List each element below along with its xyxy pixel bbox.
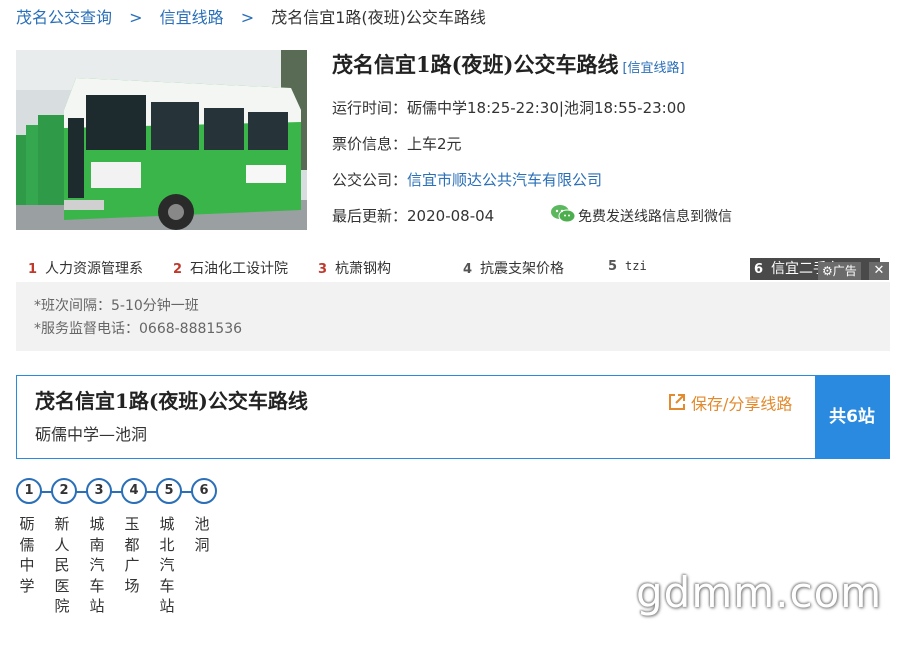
stop-number: 6 — [191, 478, 217, 504]
stop-item[interactable]: 6 池洞 — [191, 478, 219, 555]
update-label: 最后更新： — [332, 207, 408, 225]
ad-text: 人力资源管理系 — [45, 261, 144, 277]
update-value: 2020-08-04 — [407, 207, 495, 225]
company-row: 公交公司：信宜市顺达公共汽车有限公司 — [332, 170, 602, 190]
stop-item[interactable]: 3 城南汽车站 — [86, 478, 114, 617]
breadcrumb-separator: > — [240, 8, 255, 27]
stop-count-badge: 共6站 — [815, 376, 889, 458]
stop-item[interactable]: 5 城北汽车站 — [156, 478, 184, 617]
share-icon — [667, 392, 687, 418]
ad-links-bar: 1 人力资源管理系 2 石油化工设计院 3 杭萧钢构 4 抗震支架价格 5 tzi 6 信宜… — [16, 258, 890, 280]
update-row: 最后更新：2020-08-04 免费发送线路信息到微信 — [332, 205, 732, 226]
save-share-route-link[interactable]: 保存/分享线路 — [667, 392, 792, 418]
operating-time-value: 砺儒中学18:25-22:30|池洞18:55-23:00 — [407, 99, 686, 117]
stop-name: 城南汽车站 — [89, 515, 105, 615]
route-info: 茂名信宜1路(夜班)公交车路线 [信宜线路] 运行时间：砺儒中学18:25-22:… — [332, 50, 892, 225]
stop-name: 新人民医院 — [54, 515, 70, 615]
stop-item[interactable]: 1 砺儒中学 — [16, 478, 44, 596]
send-to-wechat-text: 免费发送线路信息到微信 — [578, 209, 732, 225]
ad-close-button[interactable]: ✕ — [869, 262, 889, 280]
ad-link[interactable]: 2 石油化工设计院 — [173, 258, 288, 278]
breadcrumb-separator: > — [129, 8, 143, 27]
ad-number: 5 — [608, 259, 618, 274]
ad-number: 6 — [754, 262, 764, 277]
bus-photo — [16, 50, 307, 230]
stop-number: 5 — [156, 478, 182, 504]
route-title-text: 茂名信宜1路(夜班)公交车路线 — [332, 52, 619, 77]
ad-info-icon: ⚙ — [822, 264, 833, 278]
route-notes: *班次间隔：5-10分钟一班 *服务监督电话：0668-8881536 — [16, 282, 890, 351]
stop-name: 玉都广场 — [124, 515, 140, 595]
company-link[interactable]: 信宜市顺达公共汽车有限公司 — [407, 171, 602, 189]
ad-number: 1 — [28, 262, 38, 277]
stop-number: 4 — [121, 478, 147, 504]
operating-time-row: 运行时间：砺儒中学18:25-22:30|池洞18:55-23:00 — [332, 98, 686, 118]
breadcrumb-current: 茂名信宜1路(夜班)公交车路线 — [271, 8, 486, 27]
operating-time-label: 运行时间： — [332, 99, 408, 117]
fare-value: 上车2元 — [407, 135, 462, 153]
stop-number: 1 — [16, 478, 42, 504]
ad-text: 抗震支架价格 — [480, 261, 565, 277]
ad-number: 3 — [318, 262, 328, 277]
wechat-icon — [550, 204, 576, 230]
send-to-wechat-link[interactable]: 免费发送线路信息到微信 — [550, 204, 732, 230]
ad-label-badge: ⚙广告 — [818, 262, 861, 280]
company-label: 公交公司： — [332, 171, 408, 189]
route-category-tag[interactable]: [信宜线路] — [622, 61, 684, 76]
stop-number: 2 — [51, 478, 77, 504]
breadcrumb-home-link[interactable]: 茂名公交查询 — [16, 8, 112, 27]
service-phone-note: *服务监督电话：0668-8881536 — [34, 321, 243, 337]
stop-item[interactable]: 4 玉都广场 — [121, 478, 149, 596]
ad-number: 4 — [463, 262, 473, 277]
fare-row: 票价信息：上车2元 — [332, 134, 462, 154]
ad-text: 杭萧钢构 — [335, 261, 392, 277]
breadcrumb-category-link[interactable]: 信宜线路 — [160, 8, 224, 27]
route-span: 砺儒中学—池洞 — [35, 425, 148, 444]
ad-link[interactable]: 1 人力资源管理系 — [28, 258, 143, 278]
stop-item[interactable]: 2 新人民医院 — [51, 478, 79, 617]
stop-name: 砺儒中学 — [19, 515, 35, 595]
stop-name: 池洞 — [194, 515, 210, 554]
interval-note: *班次间隔：5-10分钟一班 — [34, 298, 199, 314]
stop-name: 城北汽车站 — [159, 515, 175, 615]
site-watermark: gdmm.com — [636, 568, 883, 617]
ad-label: 广告 — [832, 264, 857, 278]
stop-number: 3 — [86, 478, 112, 504]
ad-text: 石油化工设计院 — [190, 261, 289, 277]
ad-link[interactable]: 5 tzi — [608, 258, 647, 274]
save-share-text: 保存/分享线路 — [691, 394, 793, 414]
ad-number: 2 — [173, 262, 183, 277]
breadcrumb: 茂名公交查询 > 信宜线路 > 茂名信宜1路(夜班)公交车路线 — [16, 6, 486, 30]
ad-link[interactable]: 3 杭萧钢构 — [318, 258, 391, 278]
fare-label: 票价信息： — [332, 135, 408, 153]
ad-link[interactable]: 4 抗震支架价格 — [463, 258, 564, 278]
ad-text: tzi — [625, 259, 647, 273]
route-header-box: 茂名信宜1路(夜班)公交车路线 砺儒中学—池洞 保存/分享线路 共6站 — [16, 375, 890, 459]
route-title: 茂名信宜1路(夜班)公交车路线 [信宜线路] — [332, 50, 892, 84]
route-header-title: 茂名信宜1路(夜班)公交车路线 — [35, 389, 308, 413]
